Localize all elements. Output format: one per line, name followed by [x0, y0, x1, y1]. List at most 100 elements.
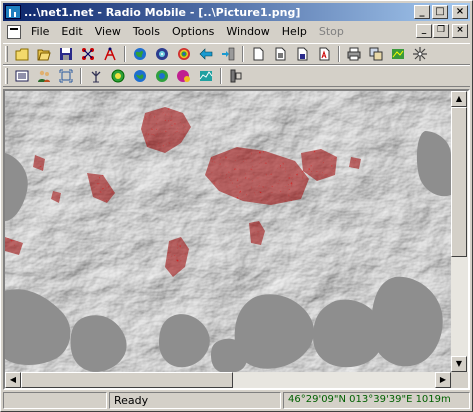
vertical-scroll-thumb[interactable] — [451, 107, 467, 257]
scroll-up-button[interactable]: ▲ — [451, 91, 467, 107]
route-icon — [177, 70, 190, 82]
visual-coverage-icon — [156, 70, 168, 82]
exit-button[interactable] — [217, 44, 239, 64]
save-picture-as-button[interactable] — [313, 44, 335, 64]
save-network-button[interactable] — [55, 44, 77, 64]
network-properties-button[interactable] — [77, 44, 99, 64]
radio-link-button[interactable] — [107, 66, 129, 86]
toolbar-separator — [124, 46, 126, 62]
star-icon — [413, 47, 427, 61]
arrow-right-door-icon — [222, 47, 235, 61]
route-coverage-button[interactable] — [173, 66, 195, 86]
print-icon — [347, 47, 361, 61]
antenna-pattern-button[interactable] — [225, 66, 247, 86]
scroll-left-button[interactable]: ◀ — [5, 372, 21, 388]
close-button[interactable]: × — [452, 5, 468, 19]
menu-file[interactable]: File — [25, 25, 55, 38]
toolbar-grip[interactable] — [5, 68, 8, 84]
color-map-button[interactable] — [173, 44, 195, 64]
title-bar[interactable]: ...\net1.net - Radio Mobile - [..\Pictur… — [3, 3, 470, 21]
open-picture-icon — [275, 47, 286, 61]
document-window-icon[interactable] — [7, 24, 21, 39]
window-title: ...\net1.net - Radio Mobile - [..\Pictur… — [24, 5, 301, 19]
save-picture-button[interactable] — [291, 44, 313, 64]
menu-view[interactable]: View — [89, 25, 127, 38]
new-network-button[interactable] — [11, 44, 33, 64]
antenna-pattern-icon — [230, 69, 242, 83]
rainbow-icon — [178, 48, 190, 60]
document-restore-button[interactable]: ❐ — [433, 24, 449, 38]
previous-button[interactable] — [195, 44, 217, 64]
minimize-button[interactable]: _ — [414, 5, 430, 19]
menu-stop: Stop — [318, 25, 344, 38]
vertical-scrollbar[interactable]: ▲ ▼ — [451, 91, 468, 372]
toolbar-separator — [220, 68, 222, 84]
menu-bar: File Edit View Tools Options Window Help… — [3, 22, 470, 41]
toolbar-separator — [338, 46, 340, 62]
title-bar-buttons: _ □ × — [414, 5, 468, 19]
antenna-icon — [91, 71, 101, 83]
save-picture-icon — [297, 47, 308, 61]
document-close-button[interactable]: × — [452, 24, 468, 38]
people-button[interactable] — [33, 66, 55, 86]
gamers-icon — [38, 70, 50, 82]
menu-help[interactable]: Help — [276, 25, 313, 38]
status-message: Ready — [109, 392, 281, 409]
globe-icon — [134, 48, 146, 60]
new-picture-icon — [253, 47, 264, 61]
list-button[interactable] — [11, 66, 33, 86]
menu-tools[interactable]: Tools — [127, 25, 166, 38]
internet-data-button[interactable] — [129, 44, 151, 64]
horizontal-scroll-thumb[interactable] — [21, 372, 233, 388]
network-map-icon — [392, 49, 404, 59]
save-icon — [60, 48, 72, 60]
merge-icon — [369, 47, 383, 61]
status-panel-left — [3, 392, 107, 409]
document-window-buttons: _ ❐ × — [416, 24, 468, 38]
radio-link-icon — [111, 69, 125, 83]
cd-button[interactable] — [151, 44, 173, 64]
antenna-button[interactable] — [85, 66, 107, 86]
toolbar-separator — [242, 46, 244, 62]
print-button[interactable] — [343, 44, 365, 64]
cd-icon — [156, 48, 168, 60]
new-picture-button[interactable] — [247, 44, 269, 64]
scroll-down-button[interactable]: ▼ — [451, 356, 467, 372]
unit-properties-icon — [104, 47, 116, 61]
application-window: ...\net1.net - Radio Mobile - [..\Pictur… — [0, 0, 473, 412]
menu-window[interactable]: Window — [220, 25, 275, 38]
open-network-button[interactable] — [33, 44, 55, 64]
document-minimize-button[interactable]: _ — [416, 24, 432, 38]
merge-pictures-button[interactable] — [365, 44, 387, 64]
arrow-left-icon — [199, 48, 213, 60]
save-picture-as-icon — [319, 47, 330, 61]
unit-properties-button[interactable] — [99, 44, 121, 64]
fresnel-button[interactable] — [195, 66, 217, 86]
open-folder-icon — [37, 49, 51, 61]
radio-coverage-button[interactable] — [129, 66, 151, 86]
map-frame: ▲ ▼ ◀ ▶ — [3, 89, 470, 390]
list-icon — [15, 70, 29, 82]
horizontal-scrollbar[interactable]: ◀ ▶ — [5, 372, 451, 388]
network-map-button[interactable] — [387, 44, 409, 64]
menu-edit[interactable]: Edit — [55, 25, 88, 38]
scroll-right-button[interactable]: ▶ — [435, 372, 451, 388]
network-properties-icon — [82, 48, 94, 60]
scroll-corner — [451, 372, 468, 388]
focus-icon — [59, 69, 73, 83]
terrain-map[interactable] — [5, 91, 451, 372]
fresnel-icon — [199, 71, 213, 81]
maximize-button[interactable]: □ — [432, 5, 448, 19]
star-button[interactable] — [409, 44, 431, 64]
cursor-coordinates: 46°29'09"N 013°39'39"E 1019m — [283, 392, 470, 409]
toolbar-grip[interactable] — [5, 46, 8, 62]
visual-coverage-button[interactable] — [151, 66, 173, 86]
new-file-icon — [15, 48, 29, 61]
status-bar: Ready 46°29'09"N 013°39'39"E 1019m — [3, 392, 470, 410]
focus-button[interactable] — [55, 66, 77, 86]
menu-options[interactable]: Options — [166, 25, 220, 38]
open-picture-button[interactable] — [269, 44, 291, 64]
main-toolbar — [3, 43, 470, 65]
tools-toolbar — [3, 65, 470, 87]
radio-mobile-app-icon[interactable] — [5, 5, 21, 19]
